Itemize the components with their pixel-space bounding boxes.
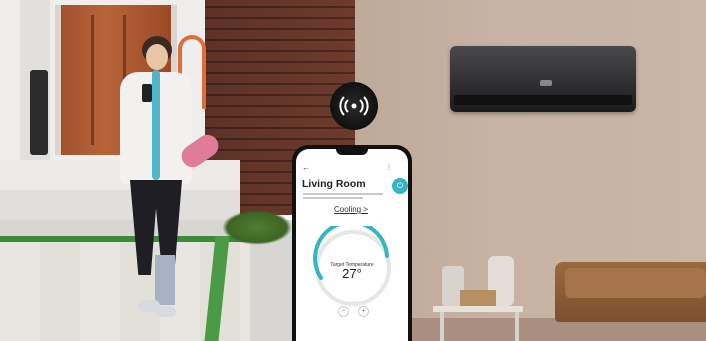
grass-strip [0,236,250,242]
bush [222,210,292,245]
increase-temperature-button[interactable]: + [358,306,369,317]
person-scarf [152,70,160,180]
sofa-cushion [565,268,706,298]
person-shoe [156,306,176,317]
porch-lamp [30,70,48,155]
wifi-icon [330,82,378,130]
target-temperature: 27° [342,266,362,281]
decrease-temperature-button[interactable]: − [338,306,349,317]
handheld-phone [142,84,152,102]
side-table [433,306,523,312]
mode-selector[interactable]: Cooling > [334,205,368,214]
room-subtitle-line [303,193,383,195]
table-leg [515,312,519,341]
person-leg [155,255,175,305]
room-title: Living Room [302,178,366,190]
menu-icon[interactable]: ⋮ [386,163,406,173]
air-conditioner-vent [454,95,632,105]
power-icon[interactable]: ⏻ [392,178,408,194]
person-face [146,44,168,70]
decor-box [460,290,496,306]
room-subtitle-line [303,197,363,199]
porch-step [0,190,240,220]
phone-notch [336,149,368,155]
scene: ← ⋮ Living Room ⏻ Cooling > Target Tempe… [0,0,706,341]
door-panel-line [91,15,94,145]
table-leg [440,312,444,341]
arrow-left-icon[interactable]: ← [302,163,312,173]
air-conditioner-logo [540,80,552,86]
